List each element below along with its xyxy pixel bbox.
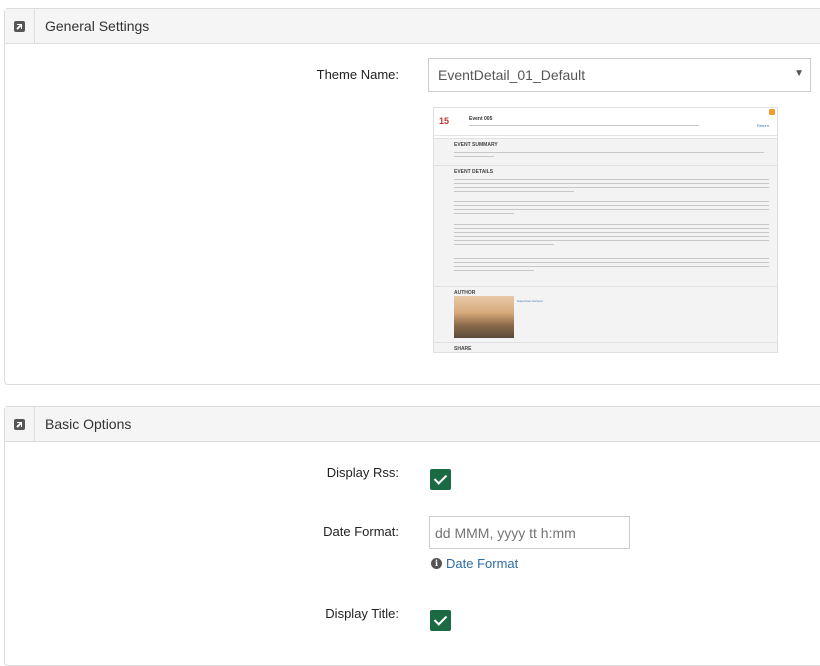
- preview-text-line: [454, 156, 494, 157]
- date-format-input[interactable]: [429, 516, 630, 549]
- external-link-icon: [14, 418, 25, 430]
- preview-text-line: [454, 205, 769, 206]
- preview-text-line: [454, 266, 769, 267]
- preview-text-line: [454, 179, 769, 180]
- preview-details-section: EVENT DETAILS: [434, 165, 777, 286]
- info-icon: i: [431, 558, 442, 569]
- preview-text-line: [454, 201, 769, 202]
- preview-text-line: [454, 236, 769, 237]
- preview-text-line: [454, 258, 769, 259]
- basic-options-header[interactable]: Basic Options: [5, 406, 820, 442]
- preview-text-line: [454, 228, 769, 229]
- preview-text-line: [454, 191, 574, 192]
- theme-name-select[interactable]: EventDetail_01_Default ▼: [428, 58, 811, 92]
- preview-text-line: [454, 270, 534, 271]
- theme-name-value: EventDetail_01_Default: [438, 67, 586, 83]
- display-rss-label: Display Rss:: [326, 465, 399, 480]
- preview-text-line: [454, 213, 514, 214]
- collapse-toggle[interactable]: [5, 8, 35, 44]
- external-link-icon: [14, 20, 25, 32]
- panel-title: General Settings: [45, 18, 150, 34]
- general-settings-header[interactable]: General Settings: [5, 8, 820, 44]
- preview-section-title: EVENT SUMMARY: [454, 142, 498, 148]
- collapse-toggle[interactable]: [5, 406, 35, 442]
- preview-meta-line: [469, 125, 699, 126]
- theme-preview-image: 15 Event 005 Return EVENT SUMMARY EVENT …: [433, 107, 778, 353]
- preview-section-title: EVENT DETAILS: [454, 169, 494, 175]
- date-format-help[interactable]: i Date Format: [431, 556, 518, 571]
- preview-text-line: [454, 224, 769, 225]
- preview-summary-section: EVENT SUMMARY: [434, 138, 777, 165]
- preview-date: 15: [439, 116, 450, 126]
- panel-title: Basic Options: [45, 416, 132, 432]
- preview-text-line: [454, 187, 769, 188]
- preview-text-line: [454, 209, 769, 210]
- preview-text-line: [454, 232, 769, 233]
- preview-text-line: [454, 152, 764, 153]
- display-title-checkbox[interactable]: [430, 610, 451, 631]
- preview-text-line: [454, 240, 769, 241]
- date-format-label: Date Format:: [323, 524, 399, 539]
- theme-name-label: Theme Name:: [316, 67, 399, 82]
- preview-text-line: [454, 262, 769, 263]
- date-format-help-link[interactable]: Date Format: [446, 556, 518, 571]
- preview-share-section: SHARE: [434, 342, 777, 352]
- basic-options-panel: Basic Options: [4, 406, 820, 666]
- preview-author-photo: [454, 296, 514, 338]
- preview-author-link: SuperUser Account: [517, 299, 543, 303]
- preview-return-link: Return: [756, 123, 769, 128]
- preview-text-line: [454, 244, 554, 245]
- chevron-down-icon: ▼: [794, 68, 804, 79]
- preview-section-title: SHARE: [454, 346, 472, 352]
- display-rss-checkbox[interactable]: [430, 469, 451, 490]
- preview-header: 15 Event 005 Return: [434, 113, 777, 136]
- display-title-label: Display Title:: [325, 606, 399, 621]
- preview-text-line: [454, 183, 769, 184]
- preview-event-title: Event 005: [469, 116, 493, 122]
